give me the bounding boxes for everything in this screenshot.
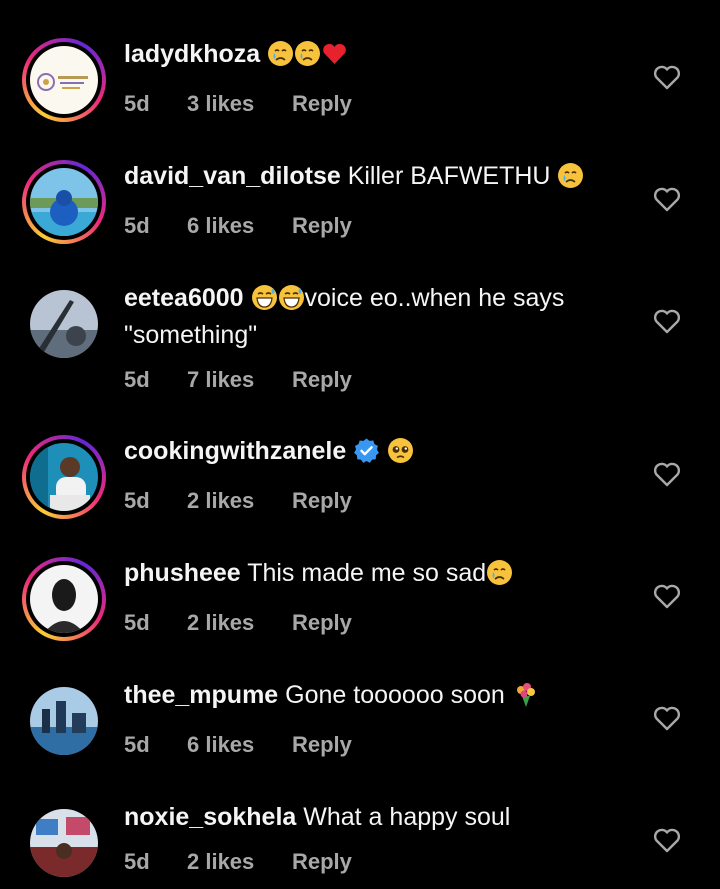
comment-meta: 5d 7 likes Reply — [124, 367, 620, 393]
grinning-sweat-face-icon — [251, 284, 278, 319]
comment-body: What a happy soul — [303, 803, 511, 831]
comment-time: 5d — [124, 732, 150, 757]
avatar[interactable] — [22, 679, 106, 763]
avatar[interactable] — [22, 435, 106, 519]
comment-meta: 5d 2 likes Reply — [124, 610, 620, 636]
bouquet-icon — [512, 681, 539, 716]
comment-meta: 5d 2 likes Reply — [124, 849, 620, 875]
red-heart-icon — [321, 40, 348, 75]
comment-body: Killer BAFWETHU — [347, 162, 551, 190]
avatar[interactable] — [22, 557, 106, 641]
likes-count[interactable]: 6 likes — [187, 732, 292, 758]
comment-text: eetea6000 voice eo..when he says "someth… — [124, 282, 620, 351]
comment-time: 5d — [124, 849, 150, 874]
like-heart-icon[interactable] — [652, 63, 682, 91]
reply-button[interactable]: Reply — [292, 91, 352, 117]
comment-text: phusheee This made me so sad — [124, 557, 620, 594]
crying-face-icon — [294, 40, 321, 75]
crying-face-icon — [486, 559, 513, 594]
likes-count[interactable]: 3 likes — [187, 91, 292, 117]
reply-button[interactable]: Reply — [292, 849, 352, 875]
likes-count[interactable]: 2 likes — [187, 610, 292, 636]
comment-time: 5d — [124, 367, 150, 392]
username[interactable]: david_van_dilotse — [124, 162, 341, 190]
comment-time: 5d — [124, 213, 150, 238]
username[interactable]: thee_mpume — [124, 681, 278, 709]
like-heart-icon[interactable] — [652, 582, 682, 610]
comment-text: cookingwithzanele — [124, 435, 620, 472]
comment-time: 5d — [124, 91, 150, 116]
crying-face-icon — [557, 162, 584, 197]
reply-button[interactable]: Reply — [292, 488, 352, 514]
comment-meta: 5d 2 likes Reply — [124, 488, 620, 514]
username[interactable]: eetea6000 — [124, 284, 244, 312]
comment-text: noxie_sokhela What a happy soul — [124, 801, 620, 833]
likes-count[interactable]: 7 likes — [187, 367, 292, 393]
avatar[interactable] — [22, 282, 106, 366]
like-heart-icon[interactable] — [652, 460, 682, 488]
like-heart-icon[interactable] — [652, 307, 682, 335]
comments-list: ladydkhoza 5d 3 likes Reply david_van_dilo… — [0, 0, 720, 889]
like-heart-icon[interactable] — [652, 185, 682, 213]
likes-count[interactable]: 2 likes — [187, 849, 292, 875]
comment-time: 5d — [124, 610, 150, 635]
pleading-face-icon — [387, 437, 414, 472]
comment-text: thee_mpume Gone toooooo soon — [124, 679, 620, 716]
avatar[interactable] — [22, 801, 106, 885]
comment-body: Gone toooooo soon — [285, 681, 505, 709]
username[interactable]: phusheee — [124, 559, 241, 587]
username[interactable]: noxie_sokhela — [124, 803, 296, 831]
likes-count[interactable]: 2 likes — [187, 488, 292, 514]
like-heart-icon[interactable] — [652, 826, 682, 854]
verified-badge-icon — [353, 437, 380, 472]
reply-button[interactable]: Reply — [292, 213, 352, 239]
comment-text: ladydkhoza — [124, 38, 620, 75]
comment-time: 5d — [124, 488, 150, 513]
username[interactable]: cookingwithzanele — [124, 437, 346, 465]
likes-count[interactable]: 6 likes — [187, 213, 292, 239]
like-heart-icon[interactable] — [652, 704, 682, 732]
reply-button[interactable]: Reply — [292, 732, 352, 758]
reply-button[interactable]: Reply — [292, 610, 352, 636]
avatar[interactable] — [22, 160, 106, 244]
comment-meta: 5d 3 likes Reply — [124, 91, 620, 117]
comment-meta: 5d 6 likes Reply — [124, 732, 620, 758]
comment-text: david_van_dilotse Killer BAFWETHU — [124, 160, 620, 197]
avatar[interactable] — [22, 38, 106, 122]
grinning-sweat-face-icon — [278, 284, 305, 319]
comment-meta: 5d 6 likes Reply — [124, 213, 620, 239]
crying-face-icon — [267, 40, 294, 75]
comment-body: This made me so sad — [247, 559, 487, 587]
reply-button[interactable]: Reply — [292, 367, 352, 393]
username[interactable]: ladydkhoza — [124, 40, 260, 68]
